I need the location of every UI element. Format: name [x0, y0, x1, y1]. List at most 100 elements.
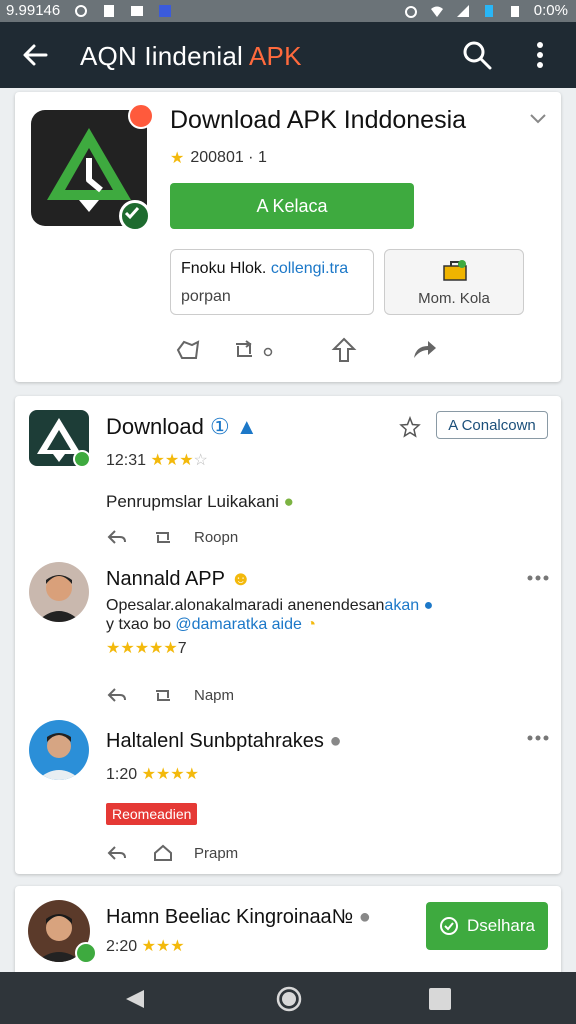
review-author-name: Hamn Beeliac Kingroinaa№ — [106, 906, 354, 928]
sd-card-icon — [104, 4, 115, 17]
chevron-down-icon[interactable] — [529, 112, 547, 126]
star-icon: ★★★★★ — [106, 640, 178, 657]
sim-icon — [484, 4, 493, 17]
verified-check-icon — [119, 200, 151, 232]
battery-percent: 0:0% — [533, 2, 568, 19]
nav-recents-icon[interactable] — [429, 988, 451, 1010]
star-icon: ★ — [170, 150, 185, 167]
review-action-label[interactable]: Prapm — [194, 845, 238, 862]
review-author-name: Nannald APP — [106, 568, 225, 590]
app-details-link[interactable]: collengi.tra — [271, 260, 348, 277]
app-title: Download APK Inddonesia — [170, 106, 467, 134]
upload-icon[interactable] — [330, 336, 358, 364]
post-title-extra: ① — [209, 414, 230, 439]
page-title: AQN Iindenial APK — [80, 41, 302, 72]
star-icon: ★★★ — [150, 452, 194, 469]
review-action-label[interactable]: Napm — [194, 687, 234, 704]
review-text-line1: Opesalar.alonakalmaradi anenendesanakan … — [106, 597, 433, 615]
post-meta: 12:31 ★★★☆ — [106, 450, 208, 470]
repost-icon[interactable] — [152, 684, 174, 706]
status-time: 9.99146 — [6, 2, 61, 19]
download-button-label: Dselhara — [466, 916, 536, 935]
review-link[interactable]: akan — [384, 597, 419, 614]
star-empty-icon: ☆ — [193, 452, 208, 469]
nav-home-icon[interactable] — [276, 986, 302, 1012]
check-circle-icon — [439, 917, 458, 935]
emoji-icon: ● — [423, 597, 434, 614]
person-avatar-icon — [29, 562, 89, 622]
app-rating-text: 200801 · 1 — [190, 149, 267, 166]
app-details-line2: porpan — [181, 288, 231, 305]
install-button[interactable]: A Kelaca — [170, 183, 414, 229]
app-details-text: Fnoku Hlok. — [181, 260, 271, 277]
download-button[interactable]: Dselhara — [426, 902, 548, 950]
review-meta: 1:20 ★★★★ — [106, 764, 199, 784]
more-info-button[interactable]: Mom. Kola — [384, 249, 524, 315]
star-icon: ★★★★ — [141, 766, 199, 783]
sync-icon — [75, 4, 88, 17]
app-details-line1: Fnoku Hlok. collengi.tra — [181, 260, 348, 278]
follow-button[interactable]: A Conalcown — [436, 411, 548, 439]
alarm-icon — [404, 5, 417, 18]
review-author: Nannald APP ☻ — [106, 568, 251, 591]
recommended-tag: Reomeadien — [106, 803, 198, 825]
review-action-row: Napm — [106, 684, 306, 708]
share-icon[interactable] — [410, 336, 438, 364]
app-bar: AQN Iindenial APK — [0, 22, 576, 88]
more-horiz-icon[interactable] — [527, 574, 549, 582]
post-title-text: Download — [106, 414, 204, 439]
app-info-card: Download APK Inddonesia ★ 200801 · 1 A K… — [15, 92, 561, 382]
review-author-name: Haltalenl Sunbptahrakes — [106, 730, 324, 752]
post-text-content: Penrupmslar Luikakani — [106, 492, 279, 511]
briefcase-icon — [443, 260, 467, 281]
home-icon[interactable] — [152, 842, 174, 864]
person-avatar-icon — [29, 720, 89, 780]
battery-icon — [510, 5, 519, 17]
post-app-icon[interactable] — [29, 410, 91, 468]
verified-check-icon — [75, 942, 97, 964]
review-time: 1:20 — [106, 766, 138, 783]
reply-icon[interactable] — [106, 842, 128, 864]
app-action-row — [170, 336, 470, 364]
badge-icon: ● — [358, 906, 371, 928]
app-details-box[interactable]: Fnoku Hlok. collengi.tra porpan — [170, 249, 374, 315]
smile-emoji-icon: ☻ — [230, 568, 252, 590]
post-text: Penrupmslar Luikakani ● — [106, 492, 294, 512]
reply-icon[interactable] — [106, 526, 128, 548]
status-bar: 9.99146 0:0% — [0, 0, 576, 22]
wifi-icon — [430, 6, 443, 17]
review-meta: 2:20 ★★★ — [106, 936, 185, 956]
more-vert-icon[interactable] — [532, 40, 548, 70]
mention-link[interactable]: @damaratka aide — [175, 616, 302, 633]
thumbs-up-icon: ▲ — [235, 414, 258, 439]
like-icon[interactable] — [174, 336, 202, 364]
star-icon: ★★★ — [141, 938, 185, 955]
more-horiz-icon[interactable] — [527, 734, 549, 742]
clock-emoji-icon: ◔ — [306, 616, 317, 633]
dot-icon — [263, 347, 273, 357]
app-notification-icon — [159, 4, 172, 17]
page-title-accent: APK — [249, 41, 302, 71]
review-time: 2:20 — [106, 938, 138, 955]
post-time: 12:31 — [106, 452, 147, 469]
search-icon[interactable] — [462, 40, 492, 70]
app-rating: ★ 200801 · 1 — [170, 148, 267, 168]
post-action-row: Roopn — [106, 526, 306, 550]
avatar[interactable] — [29, 562, 89, 622]
notification-badge — [128, 103, 154, 129]
badge-icon: ● — [329, 730, 342, 752]
review-action-row: Prapm — [106, 842, 306, 866]
favorite-star-icon[interactable] — [399, 416, 421, 438]
verified-check-icon — [73, 450, 91, 468]
reply-icon[interactable] — [106, 684, 128, 706]
review-rating: ★★★★★7 — [106, 638, 187, 658]
post-action-label[interactable]: Roopn — [194, 529, 238, 546]
post-title: Download ① ▲ — [106, 414, 258, 440]
repost-icon[interactable] — [152, 526, 174, 548]
back-arrow-icon[interactable] — [22, 42, 48, 68]
avatar[interactable] — [29, 720, 89, 780]
nav-back-icon[interactable] — [124, 988, 146, 1010]
image-icon — [131, 5, 144, 16]
repost-icon[interactable] — [230, 336, 258, 364]
review-rating-suffix: 7 — [177, 640, 187, 657]
